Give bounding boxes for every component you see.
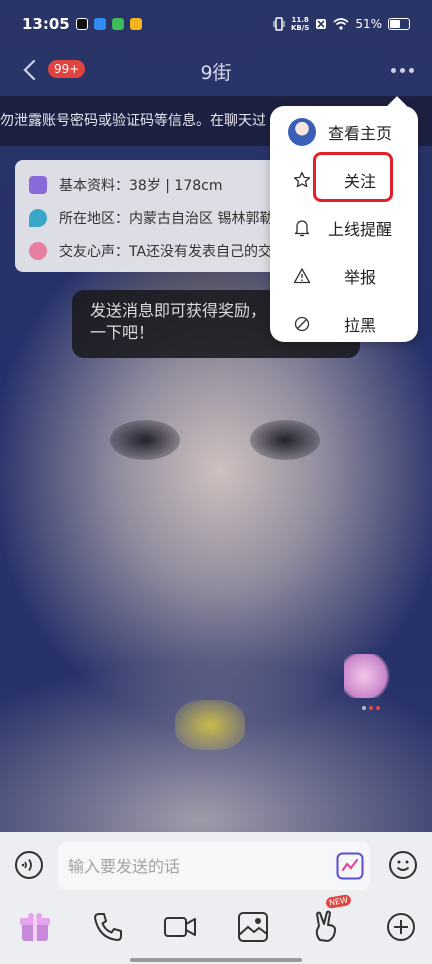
phone-icon[interactable] [91,910,125,944]
notification-app-icon-2 [111,18,124,30]
message-input[interactable] [58,842,370,890]
status-time: 13:05 [22,15,70,33]
network-speed-unit: KB/S [290,24,310,32]
profile-location: 所在地区：内蒙古自治区 锡林郭勒 [59,210,274,227]
weibo-icon [129,18,142,30]
network-speed-value: 11.8 [291,16,309,24]
gift-icon[interactable] [18,910,52,944]
status-bar: 13:05 11.8 KB/S 51% [0,0,432,48]
menu-item-block[interactable]: 拉黑 [270,300,418,348]
photo-eye-right [250,420,320,460]
animated-sticker-icon[interactable] [336,852,364,880]
vibrate-icon [273,17,285,31]
action-toolbar [0,900,432,964]
menu-item-label: 查看主页 [328,124,393,143]
battery-icon [388,18,410,30]
avatar-icon [288,118,316,146]
menu-item-online-reminder[interactable]: 上线提醒 [270,204,418,252]
notification-app-icon [93,18,106,30]
floating-sticker[interactable] [344,654,394,698]
star-icon [292,170,312,190]
photo-mouth [175,700,245,750]
wifi-icon [333,18,349,30]
profile-dating-statement: 交友心声：TA还没有发表自己的交 [59,243,273,260]
message-input-bar [0,832,432,900]
photo-icon[interactable] [236,910,270,944]
video-call-icon[interactable] [163,910,197,944]
location-pin-icon [29,208,47,227]
menu-item-label: 拉黑 [344,316,377,335]
heart-icon [29,241,47,260]
menu-item-view-profile[interactable]: 查看主页 [270,108,418,156]
victory-hand-icon[interactable] [310,910,344,944]
emoji-icon[interactable] [388,850,418,880]
chat-header: 99+ 9街 [0,48,432,94]
block-icon [292,314,312,334]
plus-icon[interactable] [384,910,418,944]
menu-item-report[interactable]: 举报 [270,252,418,300]
sim-icon [316,19,327,29]
more-options-menu: 查看主页 关注 上线提醒 举报 拉黑 [270,106,418,342]
network-speed: 11.8 KB/S [291,16,309,32]
menu-item-label: 上线提醒 [328,220,393,239]
bell-icon [292,218,312,238]
menu-item-label: 举报 [344,268,377,287]
sticker-pager-dots [362,706,380,710]
id-card-icon [29,175,47,194]
safety-warning-text: 勿泄露账号密码或验证码等信息。在聊天过 [0,113,266,129]
voice-input-icon[interactable] [14,850,44,880]
more-options-icon[interactable] [391,68,414,73]
photo-eye-left [110,420,180,460]
follow-highlight-annotation [313,152,393,202]
chat-title: 9街 [200,62,232,84]
battery-percent: 51% [355,17,382,31]
profile-basic-info: 基本资料：38岁 | 178cm [59,177,223,194]
tiktok-icon [75,18,88,30]
warning-icon [292,266,312,286]
home-indicator[interactable] [130,958,302,962]
